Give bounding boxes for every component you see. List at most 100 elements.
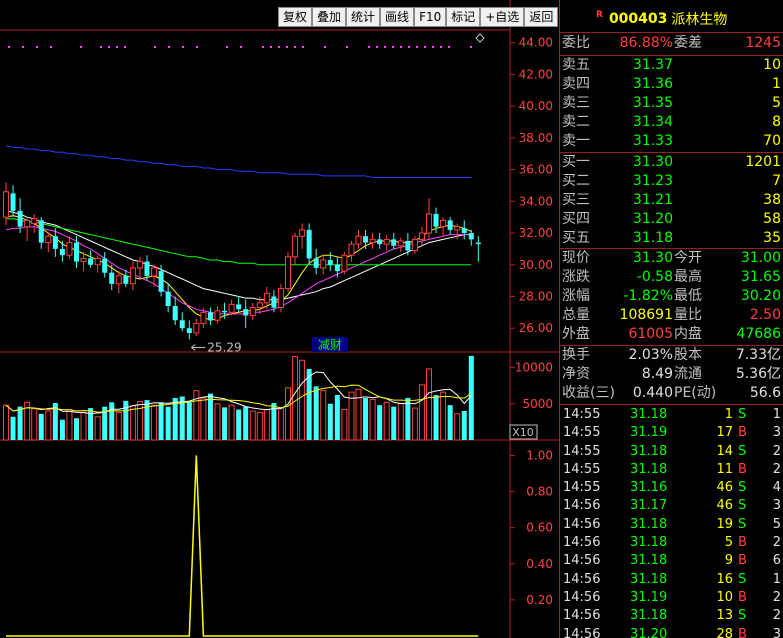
tick-time: 14:56 [563, 608, 601, 624]
candle-body [249, 307, 256, 317]
marker-dot [262, 46, 264, 48]
volume-bar [320, 390, 327, 441]
tick-count: 3 [772, 498, 781, 514]
ask-volume: 70 [763, 133, 781, 149]
ma-line [5, 145, 472, 178]
indicator-tick-label: 0.40 [526, 557, 553, 571]
quote-label: 涨幅 [562, 288, 590, 304]
low-price-label: 25.29 [207, 340, 241, 354]
marker-dot [384, 46, 386, 48]
quote-value: 31.65 [740, 269, 781, 285]
volume-bar [222, 407, 228, 440]
tick-price: 31.19 [630, 425, 668, 441]
tick-time: 14:55 [563, 407, 601, 422]
volume-bar [377, 405, 383, 440]
tick-time: 14:56 [563, 498, 601, 514]
bid-row: 买四 31.20 58 [560, 210, 783, 229]
y-tick-label: 32.00 [519, 226, 553, 240]
tick-row: 14:56 31.18 19 S 5 [560, 516, 783, 534]
candle-body [80, 257, 87, 263]
candle-body [165, 291, 171, 306]
marker-dot [108, 46, 110, 48]
volume-tick-label: 5000 [522, 397, 553, 411]
weibi-value: 86.88% [619, 35, 673, 51]
marker-dot [278, 46, 280, 48]
tick-time: 14:55 [563, 443, 601, 459]
bid-volume: 58 [763, 211, 781, 227]
overlay-button[interactable]: 叠加 [312, 7, 347, 27]
marker-dot [36, 46, 38, 48]
back-button[interactable]: 返回 [524, 7, 559, 27]
candle-body [383, 238, 390, 245]
volume-bar [454, 413, 461, 441]
volume-unit-label: X10 [512, 426, 534, 439]
divider [560, 32, 783, 33]
candle-body [45, 235, 52, 244]
quote-label: 最高 [674, 269, 702, 285]
ask-price: 31.34 [632, 114, 673, 130]
bid-row: 买一 31.30 1201 [560, 153, 783, 172]
candle-body [200, 311, 207, 324]
indicator-tick-label: 0.80 [526, 485, 553, 499]
statistics-button[interactable]: 统计 [346, 7, 381, 27]
chart-area[interactable]: 44.00 42.00 40.00 38.00 36.00 34.00 32.00 30.00… [0, 0, 560, 638]
volume-bar [207, 393, 213, 440]
tick-time: 14:56 [563, 571, 601, 587]
candle-body [306, 229, 312, 259]
tick-volume: 14 [716, 443, 733, 459]
candle-body [129, 267, 136, 285]
marker-dot [286, 46, 288, 48]
candle-body [440, 219, 447, 228]
tick-row: 14:55 31.19 17 B 3 [560, 424, 783, 442]
divider [560, 404, 783, 405]
candle-body [158, 271, 164, 292]
bid-volume: 1201 [745, 154, 781, 170]
quote-value: 31.00 [740, 250, 781, 266]
fundamental-row: 换手 2.03% 股本 7.33亿 [560, 346, 783, 365]
ask-price: 31.35 [632, 95, 673, 111]
tick-time: 14:56 [563, 535, 601, 551]
tick-volume: 10 [716, 589, 733, 605]
fundamental-value: 2.03% [628, 347, 673, 363]
volume-bar [405, 397, 411, 440]
tick-time: 14:56 [563, 553, 601, 569]
marker-dot [368, 46, 370, 48]
ask-row: 卖二 31.34 8 [560, 113, 783, 132]
tick-volume: 9 [724, 553, 733, 569]
fuquan-button[interactable]: 复权 [278, 7, 313, 27]
marker-dot [124, 46, 126, 48]
candle-body [66, 242, 73, 256]
fundamental-label: 流通 [674, 366, 702, 382]
stock-header: R 000403 派林生物 [596, 8, 727, 30]
tick-row: 14:55 31.18 14 S 2 [560, 443, 783, 461]
tick-price: 31.17 [630, 498, 668, 514]
candle-body [348, 243, 355, 256]
volume-bar [80, 411, 87, 441]
candle-body [236, 304, 242, 310]
add-watchlist-button[interactable]: +自选 [480, 7, 525, 27]
indicator-tick-label: 1.00 [526, 448, 553, 462]
volume-bar [59, 419, 65, 440]
candle-body [271, 296, 277, 308]
marker-dot [100, 46, 102, 48]
volume-bar [263, 409, 270, 441]
volume-bar [369, 398, 376, 441]
tick-list[interactable]: 14:55 31.18 1 S 1 14:55 31.19 17 B 3 14:55 31.18 14 S… [560, 406, 783, 638]
draw-line-button[interactable]: 画线 [380, 7, 415, 27]
ask-price: 31.37 [632, 57, 673, 73]
bid-label: 买一 [562, 154, 590, 170]
mark-button[interactable]: 标记 [446, 7, 481, 27]
candle-body [461, 228, 467, 234]
candle-body [405, 240, 411, 251]
f10-button[interactable]: F10 [414, 7, 447, 27]
bid-levels: 买一 31.30 1201 买二 31.23 7 买三 31.21 38 买四 31.20 58 买五 3… [560, 153, 783, 248]
ask-label: 卖四 [562, 76, 590, 92]
candle-body [17, 210, 23, 227]
tick-count: 2 [772, 535, 781, 551]
quote-label: 量比 [674, 307, 702, 323]
volume-bar [313, 386, 319, 440]
kline-chart[interactable]: 44.00 42.00 40.00 38.00 36.00 34.00 32.00 30.00… [0, 0, 560, 638]
volume-bar [334, 395, 340, 440]
marker-dot [424, 46, 426, 48]
tick-time: 14:55 [563, 480, 601, 496]
